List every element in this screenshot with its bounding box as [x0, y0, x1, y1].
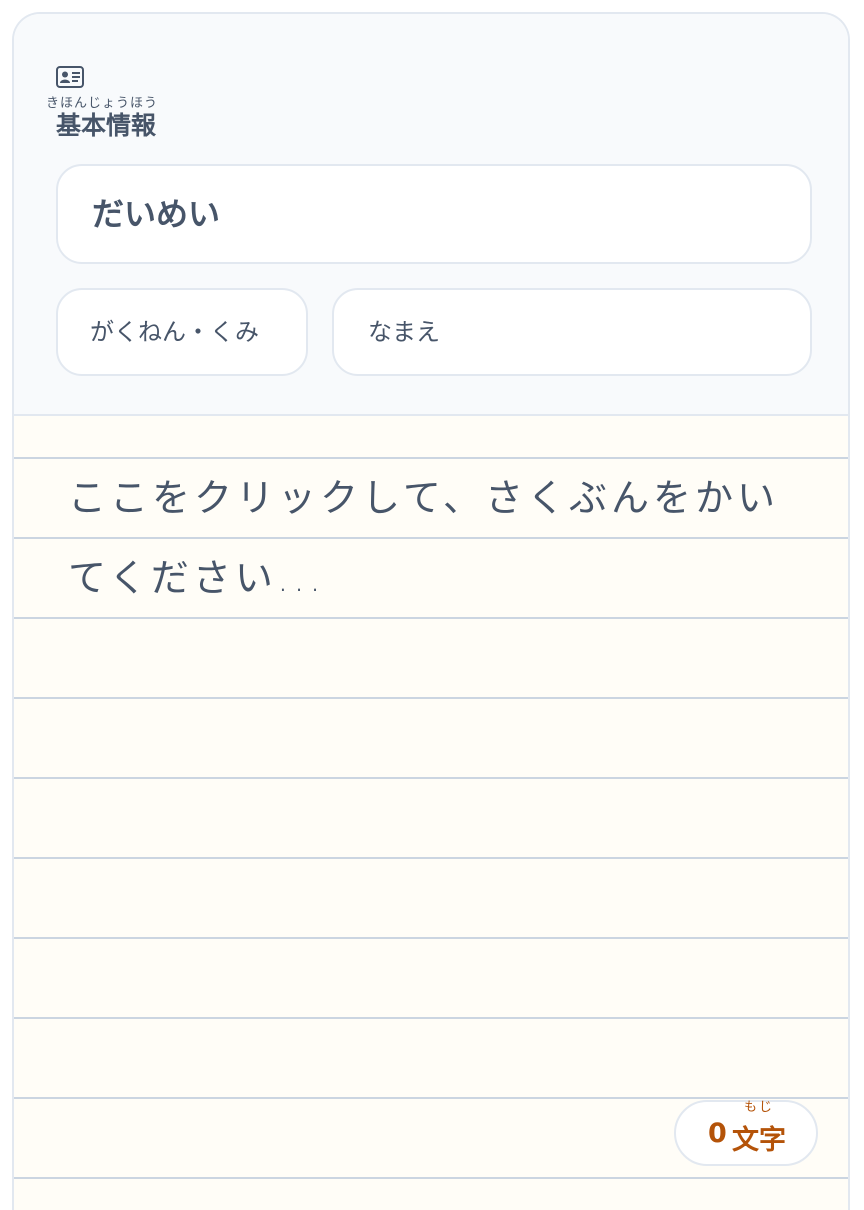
title-input[interactable] — [56, 164, 812, 264]
essay-card: きほんじょうほう 基本情報 もじ 0 文字 — [12, 12, 850, 1210]
counter-unit-ruby: もじ — [744, 1100, 775, 1115]
lined-paper — [14, 416, 848, 1210]
character-count: 0 — [708, 1118, 727, 1149]
id-card-icon — [56, 66, 84, 88]
grade-class-input[interactable] — [56, 288, 308, 376]
name-input[interactable] — [332, 288, 812, 376]
essay-textarea[interactable] — [14, 458, 848, 1198]
counter-unit: 文字 — [732, 1125, 786, 1156]
basic-info-section: きほんじょうほう 基本情報 — [14, 14, 848, 416]
character-counter: もじ 0 文字 — [674, 1100, 818, 1166]
section-title: 基本情報 — [56, 111, 157, 140]
section-heading: きほんじょうほう 基本情報 — [46, 66, 256, 146]
